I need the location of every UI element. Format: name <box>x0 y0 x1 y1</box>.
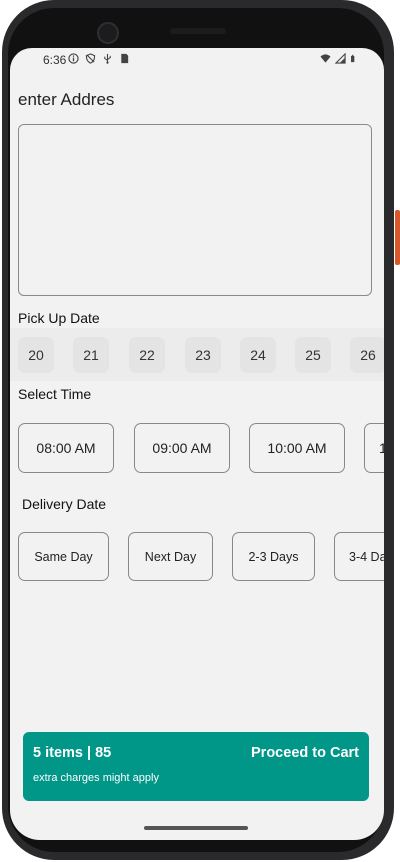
earpiece-speaker <box>170 28 226 34</box>
cart-summary: 5 items | 85 <box>33 745 112 761</box>
time-slot-button[interactable]: 09:00 AM <box>134 423 230 473</box>
delivery-option-button[interactable]: 3-4 Da <box>334 532 384 581</box>
time-slot-button[interactable]: 10:00 AM <box>249 423 345 473</box>
delivery-option-button[interactable]: Next Day <box>128 532 213 581</box>
sim-card-icon <box>121 53 129 64</box>
battery-icon <box>351 54 355 63</box>
wifi-icon <box>320 54 331 63</box>
front-camera <box>97 22 119 44</box>
info-icon <box>68 53 79 64</box>
delivery-option-button[interactable]: 2-3 Days <box>232 532 315 581</box>
pickup-date-chip[interactable]: 20 <box>18 337 54 373</box>
home-indicator[interactable] <box>144 826 248 830</box>
cart-extra-charges-note: extra charges might apply <box>33 772 159 784</box>
shield-icon <box>85 53 96 64</box>
signal-icon <box>335 53 346 64</box>
status-bar: 6:36 <box>10 48 384 74</box>
status-icons-left <box>68 53 130 64</box>
proceed-to-cart-bar[interactable]: 5 items | 85 extra charges might apply P… <box>23 732 369 801</box>
delivery-option-button[interactable]: Same Day <box>18 532 109 581</box>
pickup-date-chip[interactable]: 24 <box>240 337 276 373</box>
address-input[interactable] <box>18 124 372 296</box>
select-time-label: Select Time <box>18 386 92 402</box>
status-time: 6:36 <box>43 53 67 67</box>
pickup-date-strip[interactable]: 20 21 22 23 24 25 26 <box>10 328 384 381</box>
address-label: enter Addres <box>18 90 115 109</box>
pickup-date-chip[interactable]: 26 <box>350 337 384 373</box>
time-slot-button[interactable]: 08:00 AM <box>18 423 114 473</box>
pickup-date-chip[interactable]: 22 <box>129 337 165 373</box>
time-slot-button[interactable]: 1 <box>364 423 384 473</box>
pickup-date-chip[interactable]: 21 <box>73 337 109 373</box>
proceed-to-cart-button[interactable]: Proceed to Cart <box>251 745 359 761</box>
delivery-date-label: Delivery Date <box>22 496 107 512</box>
status-icons-right <box>320 53 358 64</box>
pickup-date-label: Pick Up Date <box>18 310 100 326</box>
usb-icon <box>104 53 111 64</box>
power-button <box>395 210 400 265</box>
pickup-date-chip[interactable]: 25 <box>295 337 331 373</box>
pickup-date-chip[interactable]: 23 <box>185 337 221 373</box>
app-screen: 6:36 enter Addres Pick Up Date 20 21 22 … <box>10 48 384 840</box>
